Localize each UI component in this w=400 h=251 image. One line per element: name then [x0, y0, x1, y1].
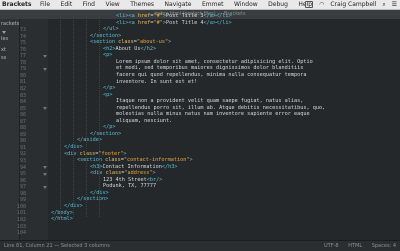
menu-view[interactable]: View — [105, 1, 119, 8]
fold-toggle-icon[interactable] — [43, 172, 47, 176]
line-number: 91 — [19, 144, 26, 151]
indent-guide — [73, 12, 74, 217]
user-name[interactable]: Craig Campbell — [330, 1, 376, 8]
code-line[interactable]: </section> — [90, 33, 121, 39]
code-line[interactable]: <section class="contact-information"> — [77, 157, 193, 163]
code-line[interactable]: Lorem ipsum dolor sit amet, consectetur … — [116, 59, 313, 65]
line-number: 75 — [19, 40, 26, 47]
code-line[interactable]: 123 4th Street<br/> — [103, 177, 162, 183]
code-line[interactable]: </ul> — [103, 26, 119, 32]
code-editor[interactable]: <li><a href="#">Post Title 3</a></li> <li… — [51, 12, 400, 240]
code-line[interactable]: aliquam, nesciunt. — [116, 118, 172, 124]
language-selector[interactable]: HTML — [348, 243, 362, 249]
fold-toggle-icon[interactable] — [43, 166, 47, 170]
encoding-selector[interactable]: UTF-8 — [324, 243, 339, 249]
indent-selector[interactable]: Spaces: 4 — [372, 243, 396, 249]
line-number: 99 — [19, 197, 26, 204]
wifi-icon[interactable]: ◠ — [319, 1, 324, 8]
code-line[interactable]: repellendus porro sit, illum ab. Atque d… — [116, 105, 325, 111]
indent-guide — [60, 12, 61, 217]
line-number: 95 — [19, 171, 26, 178]
fold-toggle-icon[interactable] — [43, 67, 47, 71]
line-number: 80 — [19, 72, 26, 79]
line-number: 79 — [19, 66, 26, 73]
indent-guide — [86, 12, 87, 217]
code-line[interactable]: <p> — [103, 52, 112, 58]
code-line[interactable]: <li><a href="#">Post Title 4</a></li> — [116, 20, 232, 26]
line-number: 84 — [19, 99, 26, 106]
code-line[interactable]: <h2>About Us</h2> — [103, 46, 156, 52]
line-number: 90 — [19, 138, 26, 145]
line-number: 89 — [19, 131, 26, 138]
fold-toggle-icon[interactable] — [43, 54, 47, 58]
line-number: 97 — [19, 184, 26, 191]
line-number: 82 — [19, 85, 26, 92]
code-line[interactable]: inventore. In sunt est et! — [116, 79, 197, 85]
code-line[interactable]: </p> — [103, 85, 116, 91]
line-number: 85 — [19, 105, 26, 112]
line-number: 83 — [19, 92, 26, 99]
menu-debug[interactable]: Debug — [268, 1, 288, 8]
line-number: 81 — [19, 79, 26, 86]
code-line[interactable]: </section> — [90, 131, 121, 137]
line-number: 104 — [16, 230, 26, 237]
menu-navigate[interactable]: Navigate — [165, 1, 192, 8]
code-line[interactable]: Itaque non a provident velit quam saepe … — [116, 98, 303, 104]
menu-window[interactable]: Window — [234, 1, 258, 8]
line-number: 74 — [19, 33, 26, 40]
line-number: 96 — [19, 177, 26, 184]
line-number: 92 — [19, 151, 26, 158]
menu-find[interactable]: Find — [83, 1, 95, 8]
code-line[interactable]: </html> — [51, 216, 73, 222]
code-line[interactable]: </section> — [77, 196, 108, 202]
code-line[interactable]: molestias nulla minus natus nam inventor… — [116, 111, 310, 117]
code-line[interactable]: facere qui quod repellendus, minima null… — [116, 72, 307, 78]
line-number: 102 — [16, 216, 26, 223]
indent-guide — [99, 12, 100, 217]
code-line[interactable]: <li><a href="#">Post Title 3</a></li> — [116, 13, 232, 19]
line-number: 76 — [19, 46, 26, 53]
menu-bar: Brackets File Edit Find View Themes Navigate E… — [0, 0, 400, 10]
code-line[interactable]: </body> — [51, 210, 73, 216]
code-line[interactable]: <p> — [103, 92, 112, 98]
menu-edit[interactable]: Edit — [61, 1, 73, 8]
line-number: 93 — [19, 158, 26, 164]
code-line[interactable]: <section class="about-us"> — [90, 39, 171, 45]
menu-emmet[interactable]: Emmet — [202, 1, 224, 8]
fold-toggle-icon[interactable] — [43, 185, 47, 189]
menu-file[interactable]: File — [40, 1, 50, 8]
code-line[interactable]: <h3>Contact Information</h3> — [90, 164, 177, 170]
line-number-gutter: 73 74 75 76 77 78 79 80 81 82 83 84 85 86 87 88 89 90 91 92… — [17, 19, 48, 240]
line-number: 86 — [19, 112, 26, 119]
list-icon[interactable]: ☰ — [392, 1, 397, 8]
line-number: 87 — [19, 118, 26, 125]
line-number: 78 — [19, 59, 26, 66]
status-bar: Line 81, Column 21 — Selected 3 columns … — [0, 240, 400, 251]
line-number: 98 — [19, 190, 26, 197]
app-menu[interactable]: Brackets — [2, 0, 31, 10]
line-number: 77 — [19, 53, 26, 60]
code-line[interactable]: et modi, sed temporibus maiores dignissi… — [116, 65, 303, 71]
menu-themes[interactable]: Themes — [130, 1, 154, 8]
line-number: 100 — [16, 203, 26, 210]
line-number: 101 — [16, 210, 26, 217]
line-number: 94 — [19, 164, 26, 171]
code-line[interactable]: Podunk, TX, 77777 — [103, 183, 156, 189]
code-line[interactable]: </p> — [103, 124, 116, 130]
line-number: 103 — [16, 223, 26, 230]
line-number: 88 — [19, 125, 26, 132]
line-number: 73 — [19, 27, 26, 33]
battery-icon[interactable] — [305, 1, 314, 8]
fold-toggle-icon[interactable] — [43, 107, 47, 111]
search-icon[interactable]: ⌕ — [382, 1, 385, 8]
